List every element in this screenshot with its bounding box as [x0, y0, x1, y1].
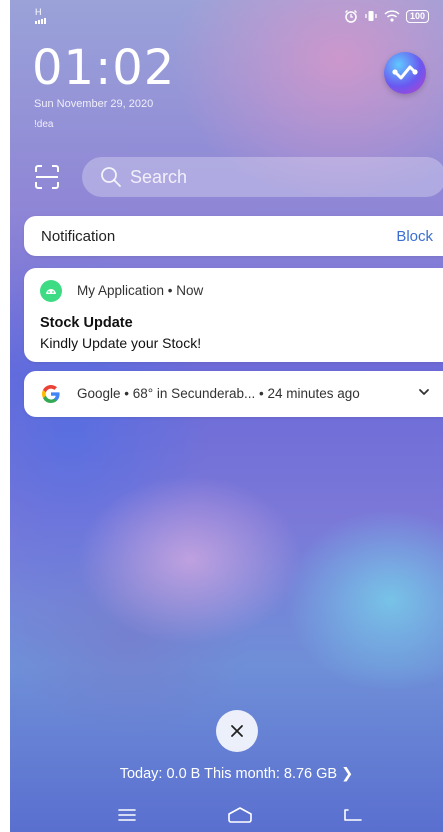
- data-usage-summary[interactable]: Today: 0.0 B This month: 8.76 GB ❯: [10, 766, 443, 782]
- home-icon: [228, 807, 252, 823]
- status-icons: 100: [344, 9, 429, 23]
- signal-indicator: H: [35, 8, 46, 24]
- chevron-right-icon: ❯: [341, 766, 354, 782]
- data-usage-text: Today: 0.0 B This month: 8.76 GB: [119, 766, 338, 782]
- search-placeholder: Search: [130, 166, 188, 187]
- notification-app-line: My Application • Now: [77, 283, 204, 298]
- scan-icon[interactable]: [34, 164, 60, 190]
- battery-icon: 100: [405, 9, 429, 23]
- back-icon: [344, 809, 362, 821]
- alarm-icon: [345, 10, 357, 23]
- block-button[interactable]: Block: [396, 228, 433, 245]
- status-bar: H 100: [10, 0, 443, 36]
- notification-title: Stock Update: [40, 315, 133, 331]
- assistant-app-icon[interactable]: [384, 52, 426, 94]
- notification-card-my-application[interactable]: My Application • Now Stock Update Kindly…: [24, 268, 443, 362]
- notification-header: Notification Block: [24, 216, 443, 256]
- back-button[interactable]: [339, 804, 367, 826]
- assistant-logo-icon: [392, 65, 418, 80]
- search-icon: [101, 167, 121, 187]
- navigation-bar: [10, 796, 443, 832]
- clear-notifications-button[interactable]: [216, 710, 258, 752]
- close-icon: [231, 725, 243, 737]
- notification-body: Kindly Update your Stock!: [40, 335, 202, 351]
- notification-app-line: Google • 68° in Secunderab... • 24 minut…: [77, 386, 360, 401]
- search-input[interactable]: Search: [82, 157, 443, 197]
- network-type-label: H: [35, 7, 42, 17]
- clock-time: 01:02: [32, 40, 176, 96]
- google-g-icon: [42, 385, 60, 403]
- chevron-down-icon[interactable]: [417, 385, 431, 399]
- notification-card-google[interactable]: Google • 68° in Secunderab... • 24 minut…: [24, 371, 443, 417]
- wifi-icon: [384, 10, 400, 22]
- android-icon: [40, 280, 62, 302]
- notification-header-title: Notification: [41, 228, 116, 245]
- vibrate-icon: [365, 11, 377, 21]
- home-button[interactable]: [226, 804, 254, 826]
- menu-icon: [118, 809, 136, 821]
- lock-screen: H 100 01:02 Sun November 29, 2020 !dea S…: [10, 0, 443, 832]
- signal-bars-icon: [35, 18, 46, 24]
- menu-button[interactable]: [113, 804, 141, 826]
- clock-date: Sun November 29, 2020: [34, 98, 154, 110]
- carrier-name: !dea: [34, 119, 54, 130]
